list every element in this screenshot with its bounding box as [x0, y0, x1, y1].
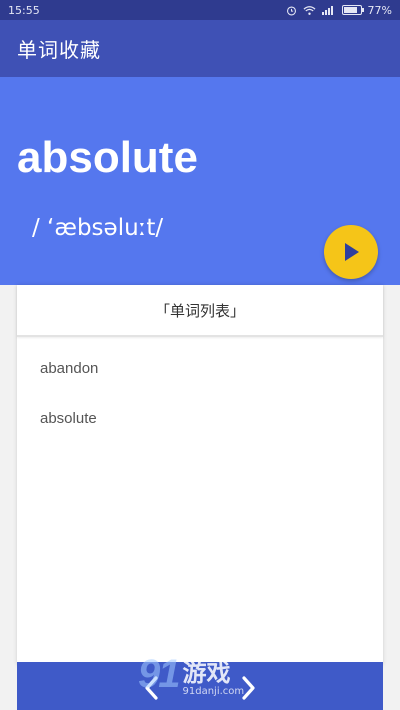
signal-icon [321, 5, 336, 15]
app-bar: 单词收藏 [0, 20, 400, 77]
status-time: 15:55 [8, 3, 40, 17]
page-title: 单词收藏 [17, 38, 101, 62]
battery-icon [341, 5, 364, 15]
chevron-left-icon [145, 676, 158, 700]
current-word: absolute [17, 133, 198, 182]
word-list: abandon absolute [17, 337, 383, 443]
wifi-icon [303, 5, 316, 16]
status-bar: 15:55 77% [0, 0, 400, 20]
next-button[interactable] [235, 670, 263, 706]
alarm-icon [286, 5, 297, 16]
word-hero: absolute / ‘æbsəluːt/ [0, 77, 400, 285]
battery-percent: 77% [367, 3, 392, 17]
chevron-right-icon [242, 676, 255, 700]
play-pronunciation-button[interactable] [324, 225, 378, 279]
play-icon [345, 243, 359, 261]
nav-buttons [137, 670, 263, 706]
bottom-nav-bar [17, 662, 383, 710]
list-item[interactable]: abandon [17, 343, 383, 393]
word-list-header: 「单词列表」 [17, 285, 383, 337]
status-icons: 77% [286, 4, 392, 17]
previous-button[interactable] [137, 670, 165, 706]
word-list-card: 「单词列表」 abandon absolute [17, 285, 383, 665]
list-item[interactable]: absolute [17, 393, 383, 443]
phonetic-text: / ‘æbsəluːt/ [32, 215, 164, 241]
